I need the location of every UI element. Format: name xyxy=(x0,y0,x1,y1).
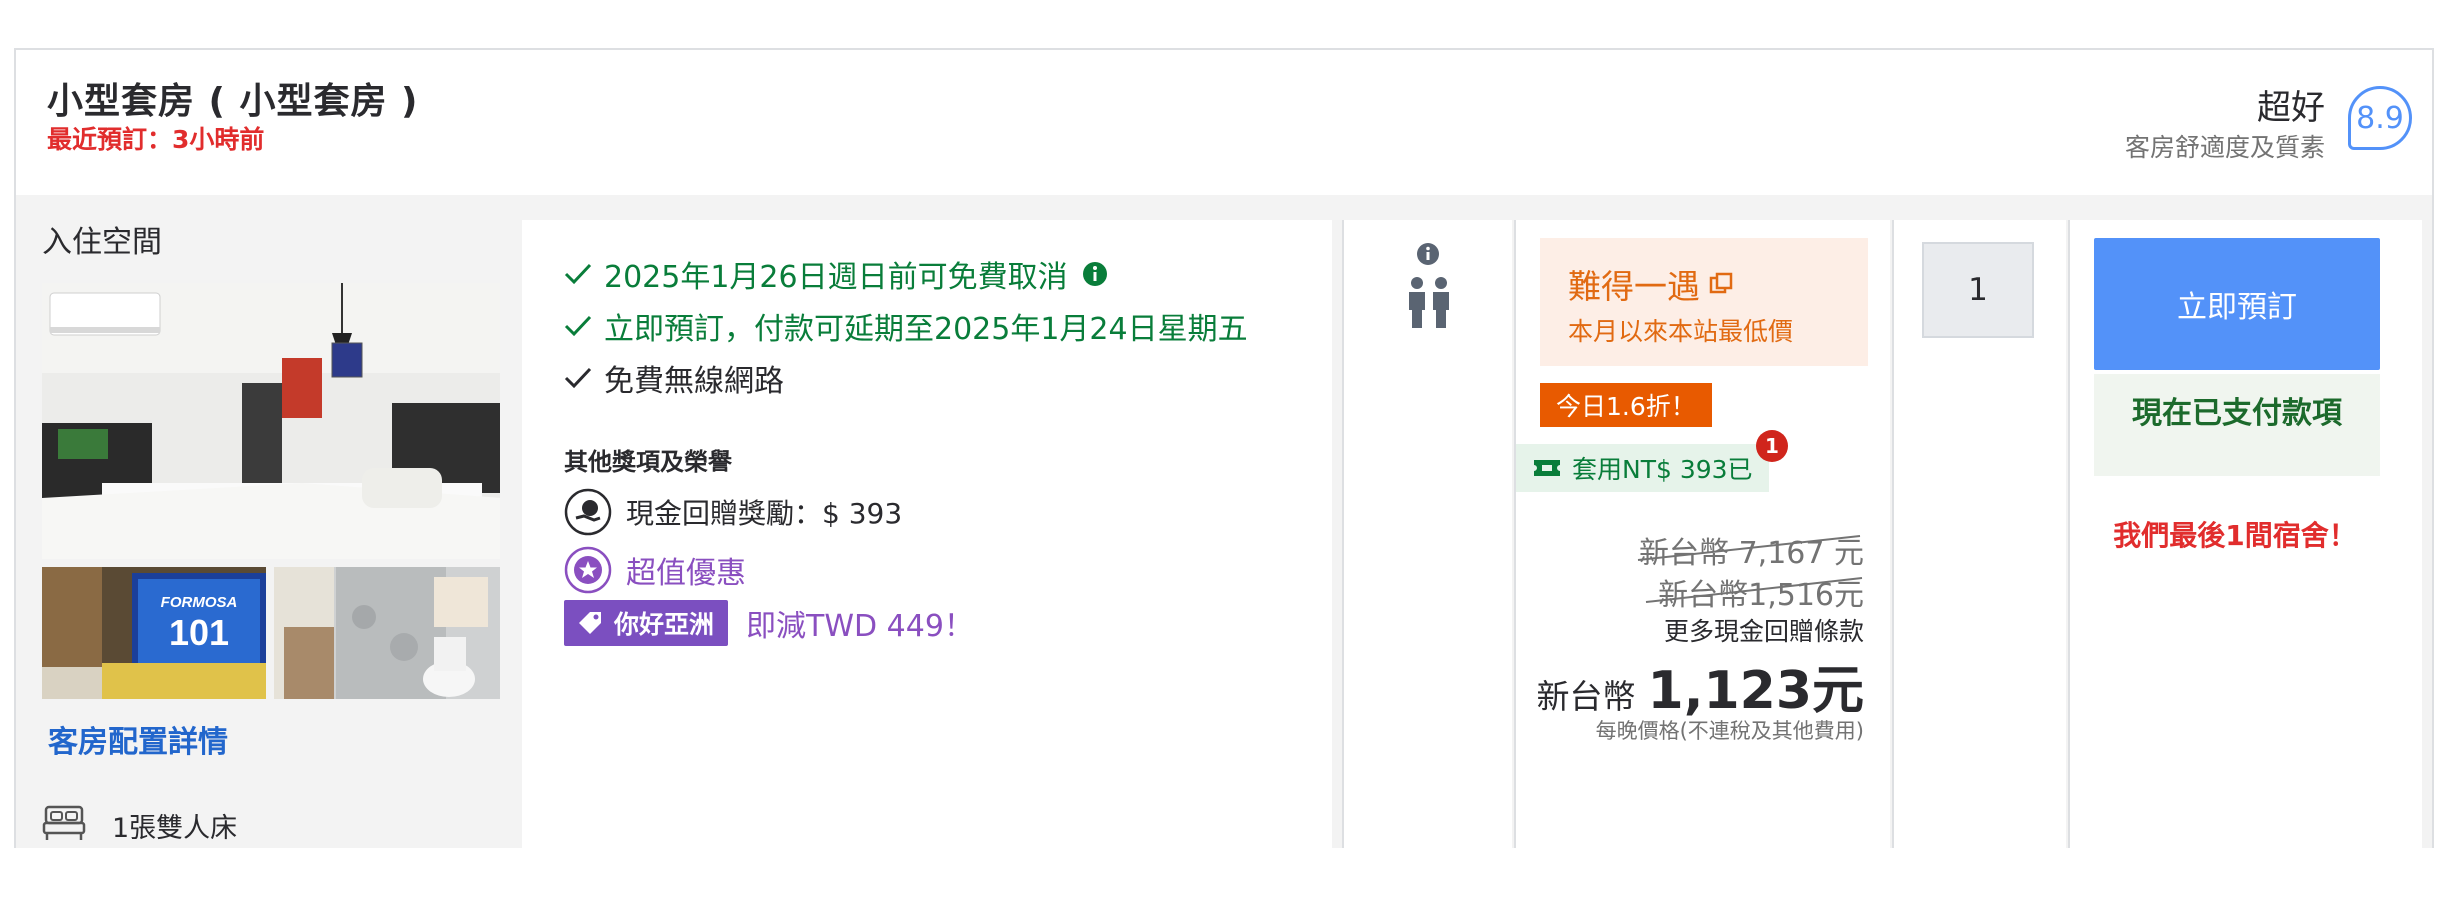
room-title: 小型套房 ( 小型套房 ) xyxy=(47,81,419,122)
final-price-currency: 新台幣 xyxy=(1536,677,1636,716)
external-link-icon[interactable] xyxy=(1708,271,1734,297)
two-person-icon xyxy=(1404,276,1454,330)
check-icon xyxy=(564,262,592,286)
price-note: 每晚價格(不連稅及其他費用) xyxy=(1595,719,1864,743)
check-icon xyxy=(564,314,592,338)
strikethrough-line xyxy=(1637,535,1861,561)
booking-column: 立即預訂 現在已支付款項 我們最後1間宿舍！ xyxy=(2068,220,2422,848)
room-photo-main[interactable] xyxy=(42,283,500,559)
space-label: 入住空間 xyxy=(42,225,162,260)
check-icon xyxy=(564,366,592,390)
last-room-alert: 我們最後1間宿舍！ xyxy=(2113,519,2357,552)
bed-icon xyxy=(42,803,86,847)
room-photo-tv[interactable]: FORMOSA 101 xyxy=(42,567,266,699)
hello-asia-row[interactable]: 你好亞洲 即減TWD 449！ xyxy=(564,600,974,646)
price-column: 難得一遇 本月以來本站最低價 今日1.6折！ 套用NT$ 393已 1 新台幣 … xyxy=(1514,220,1890,848)
info-icon[interactable] xyxy=(1082,261,1108,287)
rare-deal-title: 難得一遇 xyxy=(1568,260,1734,308)
svg-text:FORMOSA: FORMOSA xyxy=(161,594,238,611)
pay-later-text: 立即預訂，付款可延期至2025年1月24日星期五 xyxy=(604,312,1248,347)
more-cashback-terms[interactable]: 更多現金回贈條款 xyxy=(1664,612,1864,648)
wifi-row: 免費無線網路 xyxy=(564,356,784,400)
hello-asia-badge: 你好亞洲 xyxy=(564,600,729,646)
cashback-icon xyxy=(564,488,612,536)
original-price: 新台幣 7,167 元 xyxy=(1637,528,1864,572)
room-quantity-select[interactable]: 1 xyxy=(1922,242,2034,338)
hello-asia-discount: 即減TWD 449！ xyxy=(746,609,974,644)
strikethrough-line xyxy=(1645,577,1863,603)
room-card: 小型套房 ( 小型套房 ) 最近預訂：3小時前 超好 客房舒適度及質素 8.9 … xyxy=(14,48,2434,848)
hello-asia-label: 你好亞洲 xyxy=(614,610,715,639)
room-photo-bathroom[interactable] xyxy=(274,567,500,699)
free-cancellation-text: 2025年1月26日週日前可免費取消 xyxy=(604,260,1068,295)
rare-deal-subtitle: 本月以來本站最低價 xyxy=(1568,317,1794,346)
rating-category: 客房舒適度及質素 xyxy=(2124,133,2325,162)
crossed-price: 新台幣1,516元 xyxy=(1645,570,1864,614)
benefits-column: 2025年1月26日週日前可免費取消 立即預訂，付款可延期至2025年1月24日… xyxy=(522,220,1332,848)
coupon-text: 套用NT$ 393已 xyxy=(1572,455,1753,484)
occupancy-column xyxy=(1342,220,1512,848)
cashback-text: 現金回贈獎勵：$ 393 xyxy=(626,497,903,530)
room-details-link[interactable]: 客房配置詳情 xyxy=(48,717,228,761)
coupon-icon xyxy=(1532,456,1562,480)
other-awards-title: 其他獎項及榮譽 xyxy=(564,448,732,476)
recent-booking-note: 最近預訂：3小時前 xyxy=(47,125,265,154)
value-deal-row[interactable]: 超值優惠 xyxy=(564,546,746,594)
rating-word: 超好 xyxy=(2257,88,2325,128)
star-badge-icon xyxy=(564,546,612,594)
final-price: 新台幣 1,123元 xyxy=(1537,648,1864,723)
value-deal-text: 超值優惠 xyxy=(626,556,746,591)
rare-deal-label: 難得一遇 xyxy=(1568,267,1700,306)
room-header: 小型套房 ( 小型套房 ) 最近預訂：3小時前 超好 客房舒適度及質素 8.9 xyxy=(16,50,2432,195)
free-cancellation-row: 2025年1月26日週日前可免費取消 xyxy=(564,252,1108,296)
pay-now-box: 現在已支付款項 xyxy=(2094,374,2380,476)
pay-now-text: 現在已支付款項 xyxy=(2132,396,2342,431)
svg-text:101: 101 xyxy=(169,612,229,653)
today-discount-badge: 今日1.6折！ xyxy=(1540,383,1712,427)
tag-icon xyxy=(576,609,604,637)
cashback-row: 現金回贈獎勵：$ 393 xyxy=(564,488,902,536)
bed-label: 1張雙人床 xyxy=(112,812,238,844)
coupon-tag[interactable]: 套用NT$ 393已 xyxy=(1516,444,1769,492)
bed-info: 1張雙人床 xyxy=(42,803,237,847)
rating-score-badge[interactable]: 8.9 xyxy=(2348,86,2412,150)
wifi-text: 免費無線網路 xyxy=(604,364,784,399)
book-now-button[interactable]: 立即預訂 xyxy=(2094,238,2380,370)
room-info-column: 入住空間 FORMOSA 101 客房配置詳情 1張雙人床 xyxy=(16,195,522,848)
info-icon[interactable] xyxy=(1416,242,1440,266)
quantity-column: 1 xyxy=(1892,220,2066,848)
final-price-amount: 1,123元 xyxy=(1647,661,1864,721)
rare-deal-box: 難得一遇 本月以來本站最低價 xyxy=(1540,238,1868,366)
coupon-count-badge: 1 xyxy=(1756,430,1788,462)
pay-later-row: 立即預訂，付款可延期至2025年1月24日星期五 xyxy=(564,304,1248,348)
